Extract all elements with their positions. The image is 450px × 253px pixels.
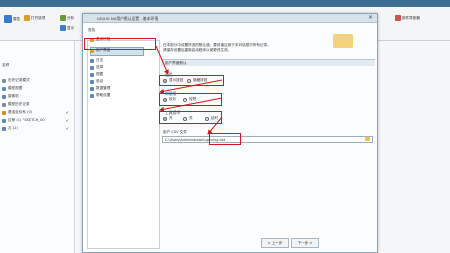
radio-icon <box>183 97 187 102</box>
radio-option[interactable]: 显示按钮 <box>163 78 183 83</box>
close-icon[interactable]: × <box>368 14 373 21</box>
hole-icon <box>2 126 6 131</box>
analysis-icon <box>60 15 66 21</box>
radio-option[interactable]: 隐藏按钮 <box>187 78 207 83</box>
tree-row[interactable]: 历史记录模式 <box>2 78 30 83</box>
properties-button[interactable]: 属性 <box>4 15 20 23</box>
next-button[interactable]: 下一步 > <box>291 238 319 248</box>
tab-label: 用户界面默认 <box>165 61 187 65</box>
check-icon: ✔ <box>65 126 69 131</box>
ribbon-tab-bar <box>0 0 450 7</box>
settings-nav-tree: 基本环境 用户界面 日志 选择 视图 验证 数据管理 帮助设置 <box>87 37 160 249</box>
navigator-icon <box>395 15 401 21</box>
folder-icon <box>24 15 30 21</box>
part-navigator-panel: 名称 历史记录模式 模型视图 摄像机 模型历史记录 基准坐标系 (0) ✔ 拉伸 … <box>0 41 75 253</box>
nav-item[interactable]: 选择 <box>90 65 103 70</box>
tree-row[interactable]: 摄像机 <box>2 94 19 99</box>
page-icon <box>90 86 94 91</box>
nav-item[interactable]: 日志 <box>90 58 103 63</box>
page-icon <box>90 79 94 84</box>
browse-folder-icon[interactable] <box>365 137 370 141</box>
analysis-button[interactable]: 分析 <box>60 15 74 21</box>
description-text: 请保存设置后重新启动程序以使更改生效。 <box>163 48 232 52</box>
radio-option[interactable]: 关 <box>183 116 193 121</box>
tab-header[interactable]: 用户界面默认 <box>161 59 375 66</box>
radio-selected-icon <box>163 97 167 102</box>
page-icon <box>90 72 94 77</box>
history-icon <box>2 102 6 107</box>
radio-option[interactable]: 延时 <box>205 116 218 121</box>
page-icon <box>90 93 94 98</box>
path-label: 用户 CSV 文件 <box>163 130 187 134</box>
camera-icon <box>2 94 6 99</box>
properties-icon <box>4 15 12 23</box>
radio-icon <box>205 116 209 121</box>
view-icon <box>2 86 6 91</box>
nav-item[interactable]: 视图 <box>90 72 103 77</box>
check-icon: ✔ <box>65 110 69 115</box>
nav-item[interactable]: 验证 <box>90 79 103 84</box>
tree-row[interactable]: 基准坐标系 (0) ✔ <box>2 110 73 115</box>
display-icon <box>60 25 66 31</box>
page-icon <box>90 65 94 70</box>
nav-highlight-box <box>84 38 156 50</box>
display-button[interactable]: 显示 <box>60 25 74 31</box>
open-options-button[interactable]: 打开选项 <box>24 15 45 21</box>
tree-row[interactable]: 模型视图 <box>2 86 22 91</box>
dialog-title-bar: UG/UG NX用户默认设置 - 基本环境 × <box>83 14 377 23</box>
radio-option[interactable]: 开 <box>163 116 173 121</box>
datum-icon <box>2 110 6 115</box>
dialog-title: UG/UG NX用户默认设置 - 基本环境 <box>97 16 159 21</box>
tree-row[interactable]: 拉伸 (1) "SKETCH_00 ✔ <box>2 118 73 123</box>
tree-row[interactable]: 名称 <box>2 63 9 68</box>
radio-selected-icon <box>163 78 167 83</box>
radio-icon <box>183 116 187 121</box>
tree-row[interactable]: 模型历史记录 <box>2 102 30 107</box>
page-icon <box>90 58 94 63</box>
extrude-icon <box>2 118 6 123</box>
folder-icon <box>333 34 353 48</box>
history-icon <box>2 78 6 83</box>
radio-option[interactable]: 较长 <box>163 97 176 102</box>
check-icon: ✔ <box>65 118 69 123</box>
radio-selected-icon <box>163 116 167 121</box>
nav-item[interactable]: 帮助设置 <box>90 93 110 98</box>
nav-item[interactable]: 数据管理 <box>90 86 110 91</box>
path-input[interactable]: C:\Users\Administrator\ugnx\ug.dat <box>162 136 373 143</box>
back-button[interactable]: < 上一步 <box>261 238 289 248</box>
part-navigator-button[interactable]: 部件导航器 <box>395 15 420 21</box>
highlight-box <box>209 133 241 145</box>
radio-icon <box>187 78 191 83</box>
tree-row[interactable]: 孔 (2) ✔ <box>2 126 73 131</box>
radio-option[interactable]: 较短 <box>183 97 196 102</box>
search-label: 查找 <box>88 28 96 32</box>
